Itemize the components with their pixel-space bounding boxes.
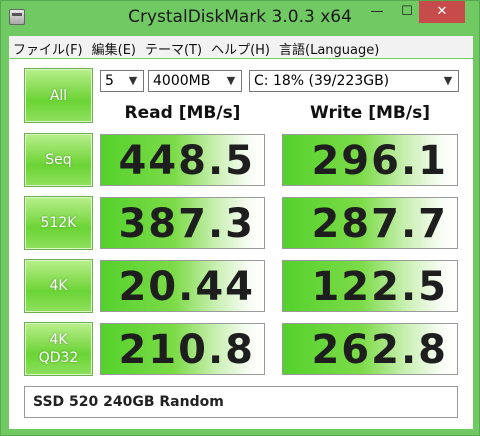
comment-field[interactable]: SSD 520 240GB Random <box>24 386 458 418</box>
menu-file[interactable]: ファイル(F) <box>9 36 88 58</box>
drive-value: C: 18% (39/223GB) <box>254 73 390 89</box>
title-bar[interactable]: CrystalDiskMark 3.0.3 x64 — ☐ ✕ <box>1 1 479 35</box>
seq-button-label: Seq <box>45 152 72 168</box>
menu-language[interactable]: 言語(Language) <box>275 36 384 58</box>
4k-qd32-label-line1: 4K <box>49 332 68 348</box>
main-panel: All 5 ▼ 4000MB ▼ C: 18% (39/223GB) ▼ Rea… <box>9 59 473 429</box>
seq-button[interactable]: Seq <box>24 133 93 187</box>
512k-read-result: 387.3 <box>100 197 265 249</box>
chevron-down-icon: ▼ <box>226 74 236 87</box>
seq-read-value: 448.5 <box>118 138 255 184</box>
seq-read-result: 448.5 <box>100 134 265 186</box>
menu-help[interactable]: ヘルプ(H) <box>207 36 275 58</box>
chevron-down-icon: ▼ <box>128 74 138 87</box>
seq-write-result: 296.1 <box>282 134 458 186</box>
chevron-down-icon: ▼ <box>443 74 453 87</box>
minimize-button[interactable]: — <box>363 1 391 23</box>
menu-edit[interactable]: 編集(E) <box>88 36 141 58</box>
write-header: Write [MB/s] <box>310 103 430 123</box>
512k-button[interactable]: 512K <box>24 196 93 250</box>
4k-write-value: 122.5 <box>311 264 448 310</box>
512k-read-value: 387.3 <box>118 201 255 247</box>
512k-write-result: 287.7 <box>282 197 458 249</box>
4k-qd32-read-result: 210.8 <box>100 323 265 375</box>
read-header: Read [MB/s] <box>124 103 241 123</box>
close-button[interactable]: ✕ <box>419 1 465 23</box>
512k-write-value: 287.7 <box>311 201 448 247</box>
test-count-select[interactable]: 5 ▼ <box>100 70 144 92</box>
4k-read-result: 20.44 <box>100 260 265 312</box>
test-size-value: 4000MB <box>153 73 211 89</box>
4k-button[interactable]: 4K <box>24 259 93 313</box>
seq-write-value: 296.1 <box>311 138 448 184</box>
4k-write-result: 122.5 <box>282 260 458 312</box>
512k-button-label: 512K <box>40 215 77 231</box>
4k-qd32-read-value: 210.8 <box>118 327 255 373</box>
4k-button-label: 4K <box>49 278 68 294</box>
all-button-label: All <box>49 87 68 104</box>
drive-select[interactable]: C: 18% (39/223GB) ▼ <box>249 70 459 92</box>
4k-qd32-button[interactable]: 4K QD32 <box>24 322 93 376</box>
4k-qd32-write-value: 262.8 <box>311 327 448 373</box>
maximize-button[interactable]: ☐ <box>393 1 421 23</box>
app-window: CrystalDiskMark 3.0.3 x64 — ☐ ✕ ファイル(F) 編… <box>0 0 480 436</box>
4k-read-value: 20.44 <box>118 264 255 310</box>
menu-bar: ファイル(F) 編集(E) テーマ(T) ヘルプ(H) 言語(Language) <box>9 36 473 58</box>
all-button[interactable]: All <box>24 68 93 123</box>
test-count-value: 5 <box>105 73 114 89</box>
4k-qd32-write-result: 262.8 <box>282 323 458 375</box>
menu-theme[interactable]: テーマ(T) <box>141 36 207 58</box>
4k-qd32-label-line2: QD32 <box>38 350 79 366</box>
test-size-select[interactable]: 4000MB ▼ <box>148 70 242 92</box>
